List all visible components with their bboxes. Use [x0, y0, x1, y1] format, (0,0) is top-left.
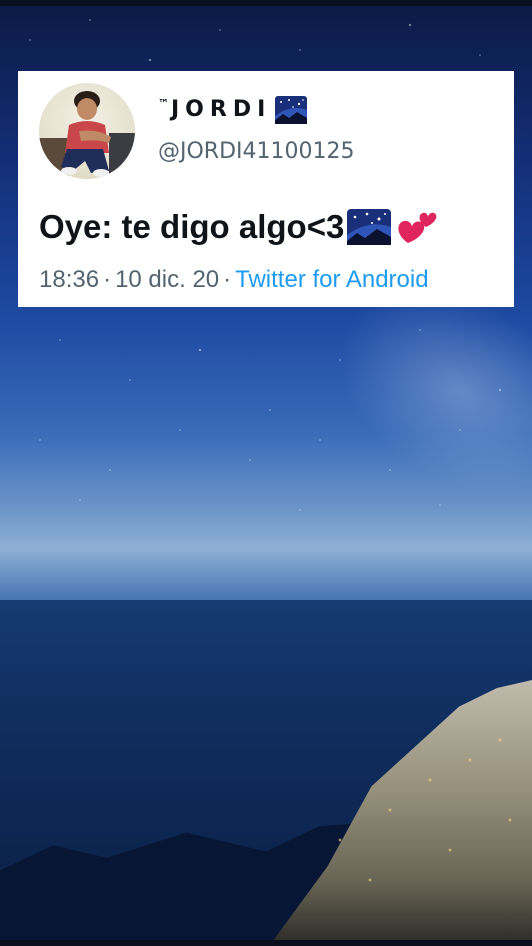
tweet-text: Oye: te digo algo<3 [39, 208, 345, 245]
meta-separator: · [223, 266, 232, 293]
milky-way-icon [275, 96, 308, 124]
tweet-meta: 18:36 · 10 dic. 20 · Twitter for Android [39, 265, 429, 295]
two-hearts-icon [398, 212, 437, 243]
tweet-body: Oye: te digo algo<3 [39, 207, 438, 247]
avatar-photo [39, 91, 135, 179]
trademark-symbol: ™ [158, 97, 169, 110]
tweet-header: ™ JORDI @JORDI41100125 [158, 95, 355, 167]
village-lights [300, 720, 532, 946]
username[interactable]: @JORDI41100125 [158, 137, 355, 167]
navigation-bar-strip [0, 940, 532, 946]
tweet-date[interactable]: 10 dic. 20 [115, 266, 219, 293]
display-name-text: JORDI [171, 97, 272, 122]
meta-separator: · [103, 266, 112, 293]
milky-way-icon [347, 209, 392, 245]
tweet-time[interactable]: 18:36 [39, 266, 99, 293]
tweet-source-link[interactable]: Twitter for Android [235, 266, 428, 293]
avatar[interactable] [39, 83, 135, 179]
phone-screen: ™ JORDI @JORDI41100125 Oye: te digo algo… [0, 0, 532, 946]
tweet-card[interactable]: ™ JORDI @JORDI41100125 Oye: te digo algo… [18, 71, 514, 307]
display-name[interactable]: ™ JORDI [158, 95, 355, 125]
